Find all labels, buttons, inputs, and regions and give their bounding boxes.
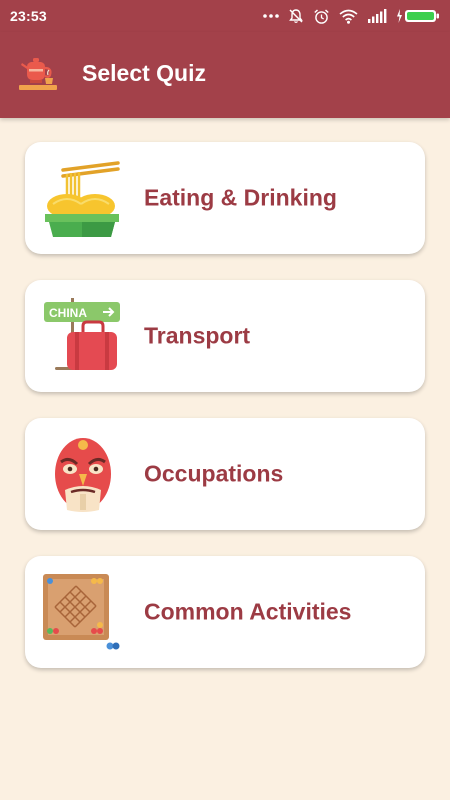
quiz-label-common-activities: Common Activities [144,598,352,625]
app-bar: Select Quiz [0,32,450,118]
more-dots-icon [263,14,279,18]
opera-mask-icon [55,438,111,512]
sign-text: CHINA [49,306,87,320]
quiz-card-eating-drinking[interactable]: Eating & Drinking [25,142,425,254]
status-icons [263,8,440,25]
quiz-card-occupations[interactable]: Occupations [25,418,425,530]
page-title: Select Quiz [82,60,206,86]
teapot-icon [19,58,57,90]
status-bar: 23:53 [0,0,450,32]
quiz-list: Eating & Drinking CHINA Transport Occupa… [25,142,425,694]
wifi-icon [339,9,358,24]
noodle-bowl-icon [45,161,120,237]
status-time: 23:53 [10,8,47,24]
quiz-card-transport[interactable]: CHINA Transport [25,280,425,392]
board-game-icon [43,574,120,650]
signal-icon [368,9,387,23]
battery-charging-icon [397,9,439,23]
alarm-icon [314,8,329,24]
quiz-label-transport: Transport [144,322,251,349]
quiz-card-common-activities[interactable]: Common Activities [25,556,425,668]
notifications-off-icon [289,9,303,23]
quiz-label-occupations: Occupations [144,460,284,487]
quiz-label-eating-drinking: Eating & Drinking [144,184,337,211]
luggage-sign-icon: CHINA [44,298,120,370]
